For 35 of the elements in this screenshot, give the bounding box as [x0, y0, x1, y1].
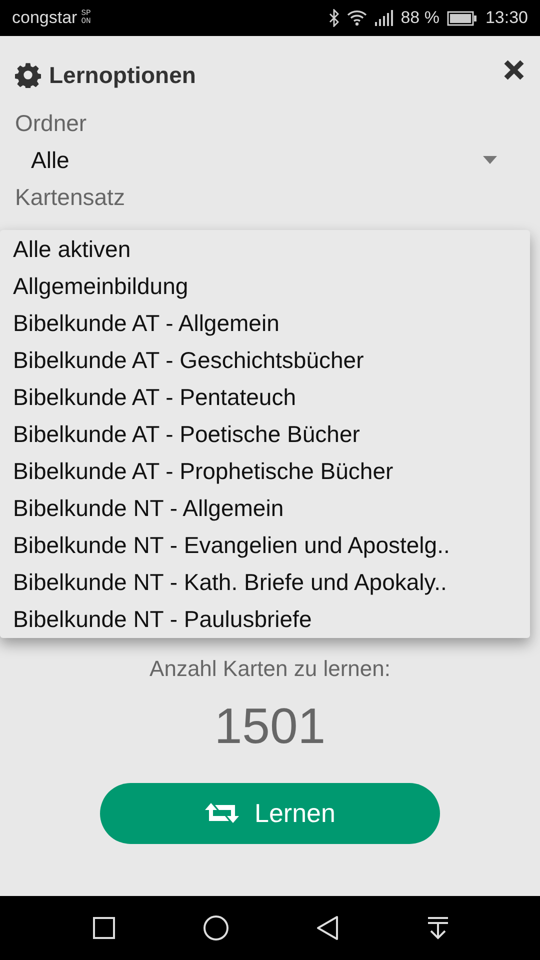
- dropdown-option[interactable]: Bibelkunde AT - Allgemein: [0, 305, 530, 342]
- repeat-icon: [204, 802, 239, 824]
- back-icon[interactable]: [316, 915, 340, 941]
- sim-label: SP: [81, 10, 91, 18]
- dropdown-option[interactable]: Bibelkunde NT - Paulusbriefe: [0, 601, 530, 638]
- select-field[interactable]: Alle: [15, 142, 525, 178]
- dropdown-caret-icon: [483, 156, 497, 164]
- field-label: Ordner: [15, 108, 88, 138]
- dropdown-option[interactable]: Bibelkunde AT - Geschichtsbücher: [0, 342, 530, 379]
- home-icon[interactable]: [202, 915, 228, 941]
- dropdown-option[interactable]: Bibelkunde AT - Poetische Bücher: [0, 416, 530, 453]
- dropdown-option[interactable]: Bibelkunde NT - Allgemein: [0, 490, 530, 527]
- clock: 13:30: [485, 7, 528, 30]
- gear-icon: [15, 62, 41, 88]
- dropdown-option[interactable]: Bibelkunde AT - Pentateuch: [0, 379, 530, 416]
- battery-icon: [447, 10, 478, 26]
- close-button[interactable]: [503, 58, 525, 82]
- recents-icon[interactable]: [92, 916, 116, 940]
- dropdown-option[interactable]: Bibelkunde AT - Prophetische Bücher: [0, 453, 530, 490]
- carrier-name: congstar: [12, 7, 78, 30]
- card-count: 1501: [214, 700, 326, 750]
- notification-pull-icon[interactable]: [426, 916, 448, 940]
- signal-icon: [374, 10, 393, 26]
- wifi-icon: [346, 10, 367, 26]
- dropdown-option[interactable]: Allgemeinbildung: [0, 268, 530, 305]
- dialog-title: Lernoptionen: [49, 61, 196, 90]
- bluetooth-icon: [328, 9, 339, 27]
- dropdown-option[interactable]: Alle aktiven: [0, 231, 530, 268]
- battery-percent: 88 %: [400, 7, 440, 30]
- dropdown-option[interactable]: Bibelkunde NT - Evangelien und Apostelg..: [0, 527, 530, 564]
- learn-button[interactable]: Lernen: [100, 782, 440, 844]
- dropdown-option[interactable]: Bibelkunde NT - Kath. Briefe und Apokaly..: [0, 564, 530, 601]
- sim-label: ON: [81, 18, 91, 26]
- count-label: Anzahl Karten zu lernen:: [150, 654, 390, 682]
- field-label: Kartensatz: [15, 182, 126, 212]
